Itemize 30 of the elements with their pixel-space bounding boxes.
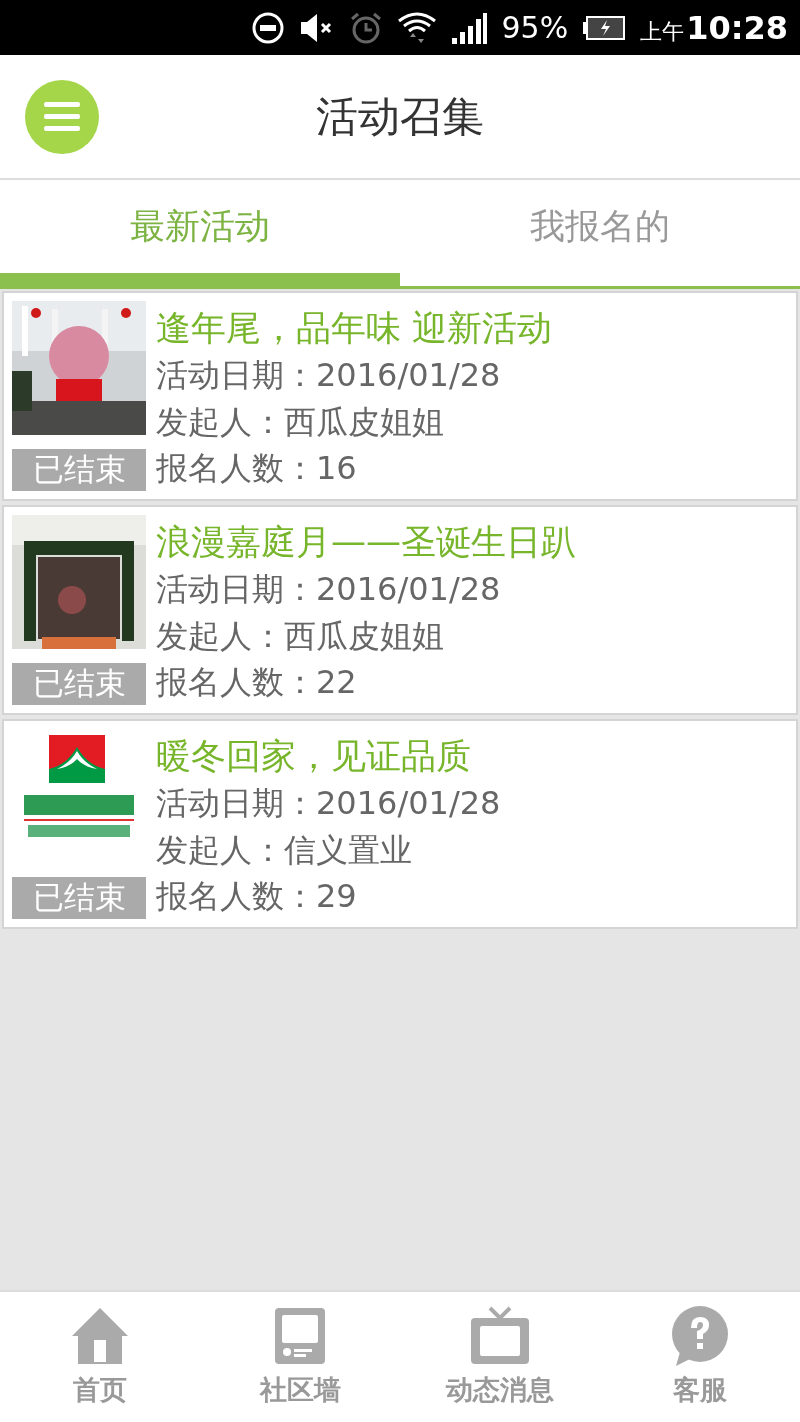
activity-organizer: 发起人：西瓜皮姐姐 <box>156 401 445 443</box>
home-icon <box>70 1306 130 1366</box>
status-badge: 已结束 <box>12 663 146 705</box>
activity-organizer: 发起人：西瓜皮姐姐 <box>156 615 445 657</box>
activity-card[interactable]: 已结束 逢年尾，品年味 迎新活动 活动日期：2016/01/28 发起人：西瓜皮姐姐 报名人数：16 <box>2 291 798 501</box>
activity-title: 浪漫嘉庭月——圣诞生日趴 <box>156 521 576 564</box>
activity-card[interactable]: 已结束 浪漫嘉庭月——圣诞生日趴 活动日期：2016/01/28 发起人：西瓜皮姐姐 报名人数：22 <box>2 505 798 715</box>
activity-organizer: 发起人：信义置业 <box>156 829 413 871</box>
do-not-disturb-icon <box>251 10 286 45</box>
activity-date: 活动日期：2016/01/28 <box>156 355 502 397</box>
activity-title: 暖冬回家，见证品质 <box>156 735 472 778</box>
signup-count: 报名人数：22 <box>156 662 358 703</box>
activity-card[interactable]: 已结束 暖冬回家，见证品质 活动日期：2016/01/28 发起人：信义置业 报名人数：29 <box>2 719 798 929</box>
help-icon <box>670 1306 730 1366</box>
signal-icon <box>451 10 488 45</box>
signup-count: 报名人数：29 <box>156 876 358 917</box>
clock-time: 10:28 <box>686 8 788 47</box>
status-badge: 已结束 <box>12 877 146 919</box>
battery-percent: 95% <box>501 10 569 45</box>
signup-count: 报名人数：16 <box>156 448 358 489</box>
activity-date: 活动日期：2016/01/28 <box>156 783 501 825</box>
time-period: 上午 <box>640 17 685 46</box>
activity-title: 逢年尾，品年味 迎新活动 <box>156 307 553 350</box>
wifi-icon <box>397 10 438 45</box>
alarm-icon <box>349 10 384 45</box>
page-title: 活动召集 <box>316 90 484 143</box>
tv-icon <box>470 1306 530 1366</box>
status-badge: 已结束 <box>12 449 146 491</box>
menu-icon <box>44 102 80 132</box>
activity-date: 活动日期：2016/01/28 <box>156 569 502 611</box>
